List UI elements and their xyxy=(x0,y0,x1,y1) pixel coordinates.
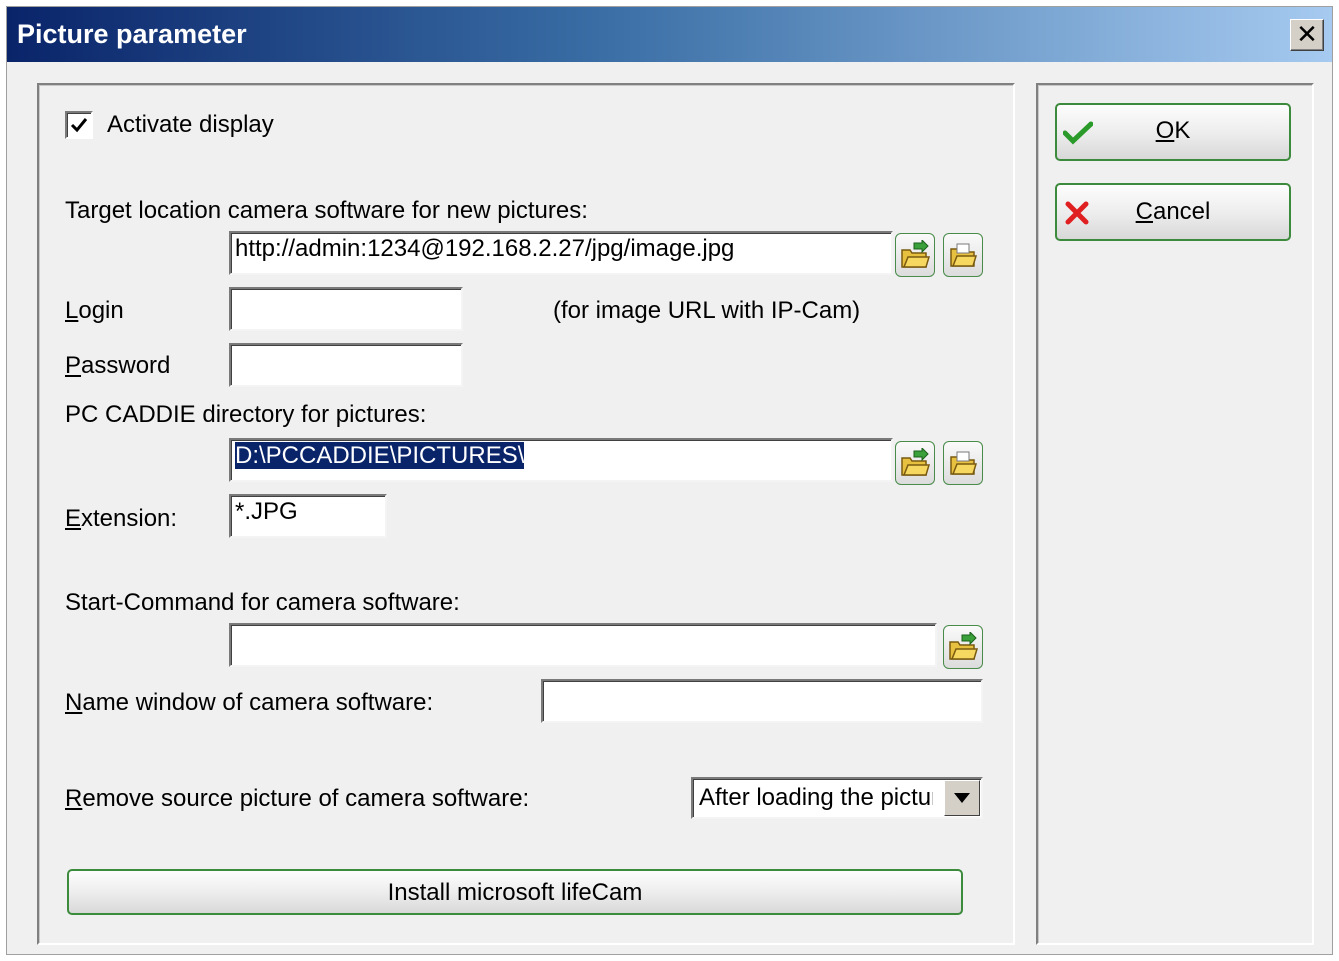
extension-label: Extension: xyxy=(65,505,177,533)
folder-icon xyxy=(950,451,978,475)
open-folder-arrow-icon xyxy=(901,448,930,476)
remove-source-label-mnemonic: R xyxy=(65,785,83,812)
dialog-window: Picture parameter ✕ Activate display Tar… xyxy=(6,6,1333,955)
ip-cam-hint: (for image URL with IP-Cam) xyxy=(553,297,861,324)
cancel-label: Cancel xyxy=(1057,198,1289,226)
install-lifecam-label: Install microsoft lifeCam xyxy=(387,879,643,906)
install-lifecam-button[interactable]: Install microsoft lifeCam xyxy=(67,869,963,915)
title-bar[interactable]: Picture parameter ✕ xyxy=(7,7,1332,62)
name-window-label-text: ame window of camera software: xyxy=(82,689,434,716)
chevron-down-icon xyxy=(954,793,970,803)
folder-icon xyxy=(950,243,978,267)
extension-input[interactable]: *.JPG xyxy=(229,494,387,538)
open-pc-directory-button[interactable] xyxy=(943,441,983,485)
activate-display-label: Activate display xyxy=(107,111,274,138)
remove-source-label: Remove source picture of camera software… xyxy=(65,785,529,813)
target-location-label: Target location camera software for new … xyxy=(65,197,588,224)
login-input[interactable] xyxy=(229,287,463,331)
dropdown-button[interactable] xyxy=(944,780,980,816)
password-label-mnemonic: P xyxy=(65,352,82,379)
password-input[interactable] xyxy=(229,343,463,387)
login-label-text: ogin xyxy=(78,297,124,324)
pc-directory-value: D:\PCCADDIE\PICTURES\ xyxy=(235,442,525,469)
remove-source-select[interactable]: After loading the picture xyxy=(691,777,983,819)
remove-source-label-text: emove source picture of camera software: xyxy=(82,785,530,812)
name-window-input[interactable] xyxy=(541,679,983,723)
activate-display-checkbox[interactable] xyxy=(65,111,93,139)
login-label-mnemonic: L xyxy=(65,297,79,324)
remove-source-selected: After loading the picture xyxy=(699,784,933,811)
open-target-folder-button[interactable] xyxy=(943,233,983,277)
extension-label-mnemonic: E xyxy=(65,505,82,532)
start-command-input[interactable] xyxy=(229,623,937,667)
name-window-label: Name window of camera software: xyxy=(65,689,433,717)
ok-label-text: K xyxy=(1174,117,1191,144)
pc-directory-label: PC CADDIE directory for pictures: xyxy=(65,401,427,428)
browse-target-button[interactable] xyxy=(895,233,935,277)
cancel-button[interactable]: Cancel xyxy=(1055,183,1291,241)
close-button[interactable]: ✕ xyxy=(1290,19,1324,51)
login-label: Login xyxy=(65,297,124,325)
checkmark-icon xyxy=(70,118,88,133)
open-folder-arrow-icon xyxy=(901,240,930,268)
pc-directory-input[interactable]: D:\PCCADDIE\PICTURES\ xyxy=(229,438,893,482)
ok-label-mnemonic: O xyxy=(1155,117,1175,144)
password-label: Password xyxy=(65,352,170,380)
name-window-label-mnemonic: N xyxy=(65,689,83,716)
ok-button[interactable]: OK xyxy=(1055,103,1291,161)
start-command-label: Start-Command for camera software: xyxy=(65,589,460,616)
extension-label-text: xtension: xyxy=(81,505,178,532)
cancel-label-mnemonic: C xyxy=(1135,198,1153,225)
password-label-text: assword xyxy=(81,352,171,379)
ok-label: OK xyxy=(1057,117,1289,145)
cancel-label-text: ancel xyxy=(1152,198,1211,225)
browse-pc-directory-button[interactable] xyxy=(895,441,935,485)
browse-start-command-button[interactable] xyxy=(943,625,983,669)
window-title: Picture parameter xyxy=(17,19,247,49)
open-folder-arrow-icon xyxy=(949,632,978,660)
target-location-input[interactable]: http://admin:1234@192.168.2.27/jpg/image… xyxy=(229,231,893,275)
